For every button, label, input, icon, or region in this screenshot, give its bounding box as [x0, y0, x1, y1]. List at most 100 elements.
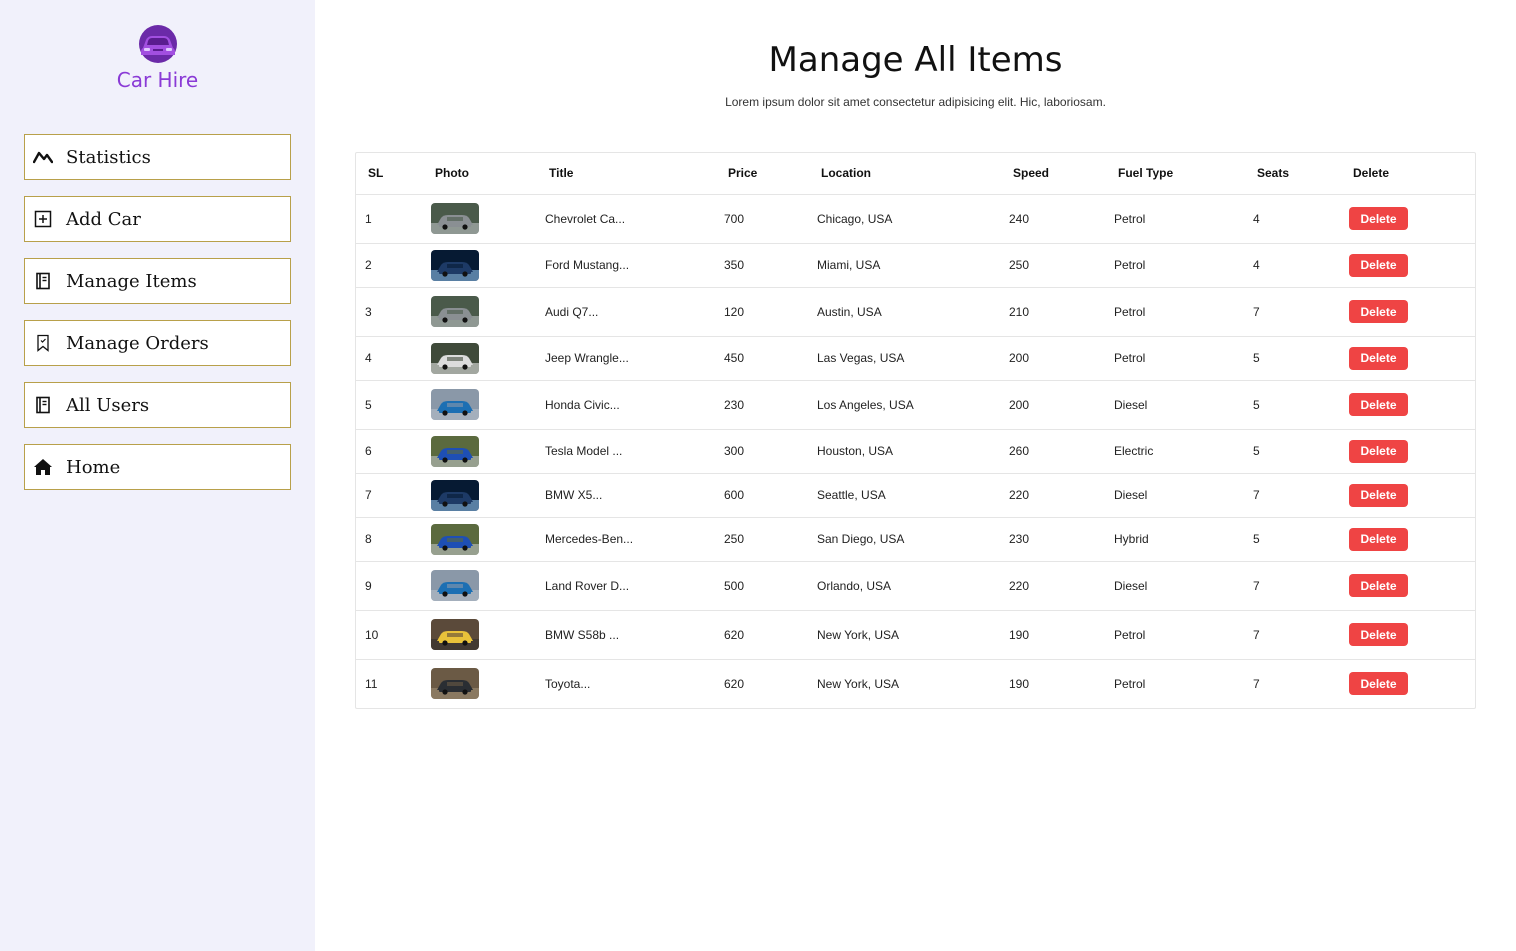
cell-title: Mercedes-Ben... — [536, 517, 715, 562]
cell-fuel-type: Petrol — [1105, 243, 1244, 288]
cell-delete: Delete — [1340, 380, 1475, 430]
cell-delete: Delete — [1340, 610, 1475, 660]
sidebar-item-statistics[interactable]: Statistics — [24, 134, 291, 180]
cell-sl: 3 — [356, 287, 422, 337]
car-logo-icon — [138, 25, 177, 63]
header-location: Location — [808, 153, 1000, 195]
cell-fuel-type: Petrol — [1114, 676, 1146, 691]
brand[interactable]: Car Hire — [0, 24, 315, 92]
plus-square-icon — [33, 209, 53, 229]
delete-button[interactable]: Delete — [1349, 439, 1408, 463]
table-row: 3 Audi Q7... 120 Austin, USA 210 Petrol 7 Delet… — [356, 287, 1475, 337]
delete-button[interactable]: Delete — [1349, 207, 1408, 230]
sidebar-item-add-car[interactable]: Add Car — [24, 196, 291, 242]
car-photo — [431, 668, 479, 700]
cell-seats: 4 — [1244, 194, 1340, 244]
table-row: 6 Tesla Model ... 300 Houston, USA 260 Electr… — [356, 429, 1475, 474]
cell-delete: Delete — [1340, 659, 1475, 708]
cell-price: 620 — [715, 610, 808, 660]
cell-sl: 4 — [356, 336, 422, 381]
sidebar-item-label: Add Car — [66, 208, 141, 230]
header-photo: Photo — [422, 153, 536, 195]
table-row: 4 Jeep Wrangle... 450 Las Vegas, USA 200 Petr… — [356, 336, 1475, 381]
car-photo — [431, 479, 479, 511]
cell-photo — [422, 287, 536, 337]
cell-photo — [422, 429, 536, 474]
cell-seats: 5 — [1244, 429, 1340, 474]
cell-seats: 7 — [1244, 561, 1340, 611]
cell-price: 230 — [715, 380, 808, 430]
delete-button[interactable]: Delete — [1349, 623, 1408, 646]
cell-location: Los Angeles, USA — [808, 380, 1000, 430]
table-row: 7 BMW X5... 600 Seattle, USA 220 Diesel 7 Delet… — [356, 473, 1475, 518]
header-seats: Seats — [1244, 153, 1340, 195]
cell-speed: 260 — [1000, 429, 1105, 474]
sidebar-item-manage-orders[interactable]: Manage Orders — [24, 320, 291, 366]
cell-delete: Delete — [1340, 517, 1475, 562]
delete-button[interactable]: Delete — [1349, 483, 1408, 507]
cell-fuel-type: Petrol — [1105, 287, 1244, 337]
cell-seats: 7 — [1244, 287, 1340, 337]
delete-button[interactable]: Delete — [1349, 300, 1408, 323]
delete-button[interactable]: Delete — [1349, 253, 1408, 277]
table-header-row: SL Photo Title Price Location Speed Fuel… — [356, 153, 1475, 195]
sidebar-item-label: Home — [66, 456, 121, 478]
sidebar-nav: Statistics Add Car Manage Items Manage O… — [24, 134, 291, 506]
cell-title: Land Rover D... — [536, 561, 715, 611]
cell-location: Austin, USA — [808, 287, 1000, 337]
cell-location: Orlando, USA — [808, 561, 1000, 611]
table-row: 10 BMW S58b ... 620 New York, USA 190 Petrol 7… — [356, 610, 1475, 660]
table-row: 2 Ford Mustang... 350 Miami, USA 250 Petrol 4 D… — [356, 243, 1475, 288]
cell-speed: 250 — [1000, 243, 1105, 288]
car-photo — [431, 570, 479, 601]
delete-button[interactable]: Delete — [1349, 346, 1408, 370]
sidebar-item-manage-items[interactable]: Manage Items — [24, 258, 291, 304]
cell-title: Ford Mustang... — [536, 243, 715, 288]
car-photo — [431, 619, 479, 650]
cell-price: 500 — [715, 561, 808, 611]
cell-price: 300 — [715, 429, 808, 474]
cell-speed: 230 — [1000, 517, 1105, 562]
bookmark-icon — [33, 333, 53, 353]
brand-name: Car Hire — [116, 68, 199, 92]
car-photo — [431, 249, 479, 281]
header-title: Title — [536, 153, 715, 195]
cell-location: New York, USA — [817, 676, 900, 691]
table-row: 11 Toyota... 620 New York, USA 190 Petrol 7 Del… — [356, 659, 1475, 708]
cell-location: San Diego, USA — [808, 517, 1000, 562]
cell-photo — [422, 473, 536, 518]
cell-seats: 5 — [1244, 336, 1340, 381]
delete-button[interactable]: Delete — [1349, 527, 1408, 551]
cell-price: 620 — [724, 676, 745, 691]
cell-photo — [422, 659, 536, 708]
cell-location: New York, USA — [808, 610, 1000, 660]
cell-title: Chevrolet Ca... — [536, 194, 715, 244]
cell-location: Seattle, USA — [808, 473, 1000, 518]
items-table: SL Photo Title Price Location Speed Fuel… — [355, 152, 1476, 709]
sidebar-item-label: Manage Items — [66, 270, 197, 292]
sidebar-item-home[interactable]: Home — [24, 444, 291, 490]
cell-price: 450 — [715, 336, 808, 381]
cell-title: Honda Civic... — [536, 380, 715, 430]
cell-sl: 10 — [356, 610, 422, 660]
cell-photo — [422, 561, 536, 611]
cell-seats: 7 — [1253, 676, 1260, 691]
cell-speed: 200 — [1000, 336, 1105, 381]
notebook-icon — [33, 395, 53, 415]
page-title: Manage All Items — [768, 40, 1063, 80]
chart-line-icon — [33, 147, 53, 167]
cell-price: 250 — [715, 517, 808, 562]
table-row: 9 Land Rover D... 500 Orlando, USA 220 Diesel… — [356, 561, 1475, 611]
delete-button[interactable]: Delete — [1349, 672, 1408, 696]
sidebar-item-all-users[interactable]: All Users — [24, 382, 291, 428]
delete-button[interactable]: Delete — [1349, 574, 1408, 597]
cell-delete: Delete — [1340, 287, 1475, 337]
delete-button[interactable]: Delete — [1349, 393, 1408, 416]
cell-sl: 2 — [356, 243, 422, 288]
cell-sl: 7 — [356, 473, 422, 518]
cell-seats: 7 — [1244, 473, 1340, 518]
home-icon — [33, 457, 53, 477]
header-price: Price — [715, 153, 808, 195]
table-row: 1 Chevrolet Ca... 700 Chicago, USA 240 Petrol… — [356, 194, 1475, 244]
cell-fuel-type: Diesel — [1105, 473, 1244, 518]
